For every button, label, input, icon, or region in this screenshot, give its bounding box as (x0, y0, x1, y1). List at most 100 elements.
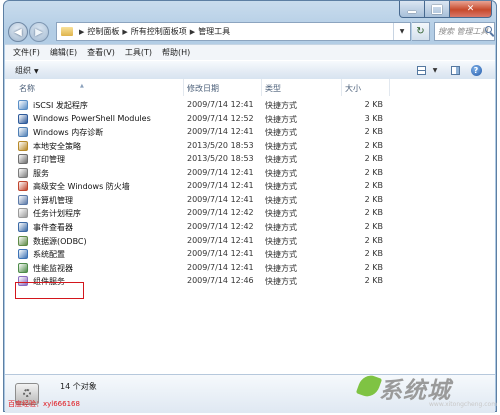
file-type: 快捷方式 (265, 182, 297, 192)
file-date: 2009/7/14 12:42 (187, 221, 254, 231)
column-header: 名称 ▲ 修改日期 类型 大小 (5, 79, 495, 96)
file-size: 2 KB (364, 235, 383, 245)
column-date[interactable]: 修改日期 (187, 83, 219, 94)
file-type: 快捷方式 (265, 277, 297, 287)
column-size[interactable]: 大小 (345, 83, 361, 94)
file-list: 名称 ▲ 修改日期 类型 大小 iSCSI 发起程序 2009/7/14 12:4… (5, 79, 495, 374)
chevron-down-icon: ▼ (34, 68, 39, 75)
command-bar: 组织 ▼ ▼ ? (5, 60, 495, 80)
breadcrumb-separator-icon: ▶ (189, 27, 196, 36)
file-row[interactable]: 系统配置 2009/7/14 12:41 快捷方式 2 KB (5, 248, 495, 261)
security-policy-icon (18, 140, 28, 151)
column-divider[interactable] (183, 79, 184, 96)
file-row[interactable]: Windows PowerShell Modules 2009/7/14 12:5… (5, 113, 495, 126)
change-view-button[interactable] (414, 64, 428, 76)
file-row[interactable]: 计算机管理 2009/7/14 12:41 快捷方式 2 KB (5, 194, 495, 207)
preview-pane-icon (450, 65, 460, 75)
file-size: 2 KB (364, 100, 383, 109)
view-details-icon (416, 65, 426, 75)
file-date: 2009/7/14 12:41 (187, 194, 254, 204)
menu-view[interactable]: 查看(V) (87, 47, 115, 58)
breadcrumb-control-panel[interactable]: 控制面板 (87, 26, 119, 37)
file-row[interactable]: 任务计划程序 2009/7/14 12:42 快捷方式 2 KB (5, 207, 495, 220)
file-name: Windows PowerShell Modules (33, 113, 151, 123)
address-dropdown-button[interactable]: ▼ (393, 23, 410, 40)
menu-help[interactable]: 帮助(H) (162, 47, 190, 58)
close-button[interactable]: ✕ (450, 1, 492, 18)
performance-monitor-icon (18, 262, 28, 273)
help-button[interactable]: ? (469, 64, 483, 76)
file-date: 2009/7/14 12:41 (187, 127, 254, 137)
file-type: 快捷方式 (265, 195, 297, 205)
file-row[interactable]: 服务 2009/7/14 12:41 快捷方式 2 KB (5, 167, 495, 180)
sort-arrow-icon: ▲ (80, 83, 84, 89)
explorer-window: ✕ ◀ ▶ ▶ 控制面板 ▶ 所有控制面板项 ▶ 管理工具 ▼ ↻ 搜索 管理工… (3, 0, 497, 413)
menu-tools[interactable]: 工具(T) (125, 47, 152, 58)
file-type: 快捷方式 (265, 168, 297, 178)
file-name: 性能监视器 (33, 263, 73, 273)
file-name: Windows 内存诊断 (33, 128, 104, 138)
item-count: 14 个对象 (60, 382, 97, 391)
search-icon (485, 26, 492, 33)
event-viewer-icon (18, 221, 28, 232)
organize-button[interactable]: 组织 ▼ (15, 65, 39, 76)
menu-file[interactable]: 文件(F) (13, 47, 40, 58)
breadcrumb-separator-icon: ▶ (122, 27, 128, 36)
file-date: 2009/7/14 12:41 (187, 167, 254, 177)
preview-pane-button[interactable] (448, 64, 462, 76)
file-type: 快捷方式 (265, 250, 297, 260)
watermark-title: 系统城 (379, 377, 451, 404)
refresh-button[interactable]: ↻ (412, 22, 430, 41)
file-date: 2009/7/14 12:52 (187, 113, 254, 123)
file-row[interactable]: 数据源(ODBC) 2009/7/14 12:41 快捷方式 2 KB (5, 235, 495, 248)
file-row[interactable]: 本地安全策略 2013/5/20 18:53 快捷方式 2 KB (5, 140, 495, 153)
file-type: 快捷方式 (265, 101, 297, 110)
powershell-icon (18, 113, 28, 124)
menu-bar: 文件(F) 编辑(E) 查看(V) 工具(T) 帮助(H) (5, 44, 495, 60)
system-config-icon (18, 249, 28, 260)
close-icon: ✕ (466, 4, 475, 14)
highlight-box (15, 282, 84, 299)
file-row[interactable]: 高级安全 Windows 防火墙 2009/7/14 12:41 快捷方式 2 KB (5, 180, 495, 193)
file-type: 快捷方式 (265, 155, 297, 165)
view-options-button[interactable]: ▼ (430, 64, 440, 76)
column-divider[interactable] (389, 79, 390, 96)
breadcrumb-all-items[interactable]: 所有控制面板项 (131, 26, 187, 37)
forward-button[interactable]: ▶ (29, 22, 49, 42)
maximize-icon (432, 4, 442, 14)
file-row[interactable]: 打印管理 2013/5/20 18:53 快捷方式 2 KB (5, 153, 495, 166)
file-row[interactable]: 性能监视器 2009/7/14 12:41 快捷方式 2 KB (5, 262, 495, 275)
computer-management-icon (18, 194, 28, 205)
print-management-icon (18, 154, 28, 165)
column-divider[interactable] (261, 79, 262, 96)
file-type: 快捷方式 (265, 114, 297, 124)
back-button[interactable]: ◀ (8, 22, 28, 42)
watermark-url: www.xitongcheng.com (429, 401, 498, 408)
file-date: 2009/7/14 12:41 (187, 100, 254, 109)
window-controls: ✕ (399, 1, 492, 19)
file-size: 2 KB (364, 276, 383, 286)
menu-edit[interactable]: 编辑(E) (50, 47, 77, 58)
column-type[interactable]: 类型 (265, 83, 281, 94)
breadcrumb-admin-tools[interactable]: 管理工具 (198, 26, 230, 37)
file-date: 2009/7/14 12:41 (187, 235, 254, 245)
file-size: 2 KB (364, 208, 383, 218)
file-type: 快捷方式 (265, 141, 297, 151)
file-size: 2 KB (364, 127, 383, 137)
watermark-xitongcheng: 系统城 www.xitongcheng.com (355, 369, 498, 413)
firewall-icon (18, 181, 28, 192)
file-row[interactable]: 事件查看器 2009/7/14 12:42 快捷方式 2 KB (5, 221, 495, 234)
file-row[interactable]: iSCSI 发起程序 2009/7/14 12:41 快捷方式 2 KB (5, 99, 495, 112)
column-divider[interactable] (341, 79, 342, 96)
file-type: 快捷方式 (265, 263, 297, 273)
column-name[interactable]: 名称 (19, 83, 35, 94)
search-input[interactable]: 搜索 管理工具 (434, 22, 495, 41)
file-date: 2009/7/14 12:46 (187, 276, 254, 286)
file-size: 2 KB (364, 181, 383, 191)
maximize-button[interactable] (425, 1, 450, 18)
address-bar[interactable]: ▶ 控制面板 ▶ 所有控制面板项 ▶ 管理工具 ▼ (56, 22, 411, 41)
minimize-button[interactable] (399, 1, 425, 18)
file-type: 快捷方式 (265, 222, 297, 232)
file-row[interactable]: Windows 内存诊断 2009/7/14 12:41 快捷方式 2 KB (5, 126, 495, 139)
file-name: 高级安全 Windows 防火墙 (33, 182, 130, 192)
